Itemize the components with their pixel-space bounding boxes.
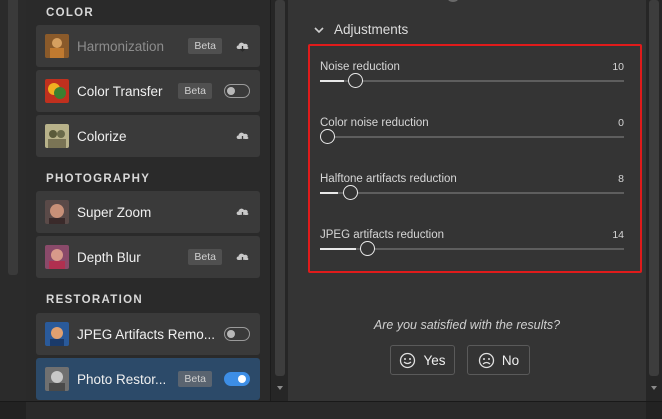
feedback-question: Are you satisfied with the results? — [373, 318, 561, 332]
slider-label: Halftone artifacts reduction — [320, 173, 457, 185]
filter-card-depth-blur[interactable]: Depth Blur Beta — [36, 236, 260, 278]
filter-card-jpeg-artifacts[interactable]: JPEG Artifacts Remo... — [36, 313, 260, 355]
slider-value: 14 — [612, 229, 624, 241]
no-button[interactable]: No — [467, 345, 530, 375]
jpeg-artifacts-thumbnail — [45, 322, 69, 346]
slider-fill — [320, 80, 344, 82]
slider-value: 8 — [618, 173, 624, 185]
slider-handle[interactable] — [343, 185, 358, 200]
beta-badge: Beta — [178, 371, 212, 387]
cloud-download-icon[interactable] — [234, 205, 250, 219]
bottom-bar — [0, 401, 662, 419]
no-label: No — [501, 352, 520, 368]
adjustments-title: Adjustments — [334, 22, 409, 37]
filter-label: JPEG Artifacts Remo... — [77, 326, 216, 342]
scroll-down-arrow-icon[interactable] — [276, 384, 284, 392]
filter-card-photo-restoration[interactable]: Photo Restor... Beta — [36, 358, 260, 400]
smiley-icon — [400, 352, 416, 368]
slider-label: JPEG artifacts reduction — [320, 229, 444, 241]
filter-label: Depth Blur — [77, 249, 141, 265]
slider-handle[interactable] — [360, 241, 375, 256]
slider-fill — [320, 192, 338, 194]
colorize-thumbnail — [45, 124, 69, 148]
filter-label: Color Transfer — [77, 83, 163, 99]
section-title-restoration: RESTORATION — [46, 294, 143, 306]
cloud-download-icon[interactable] — [234, 250, 250, 264]
yes-button[interactable]: Yes — [390, 345, 455, 375]
slider-value: 0 — [618, 117, 624, 129]
slider-label: Color noise reduction — [320, 117, 429, 129]
section-title-color: COLOR — [46, 7, 95, 19]
color-transfer-toggle[interactable] — [224, 84, 250, 98]
content-scrollbar[interactable] — [646, 0, 662, 401]
frown-icon — [478, 352, 495, 368]
adjustments-header[interactable]: Adjustments — [312, 22, 408, 37]
slider-value: 10 — [612, 61, 624, 73]
cloud-download-icon[interactable] — [234, 39, 250, 53]
slider-handle[interactable] — [348, 73, 363, 88]
bottom-bar-segment — [26, 402, 646, 419]
depth-blur-thumbnail — [45, 245, 69, 269]
filter-label: Photo Restor... — [77, 371, 167, 387]
beta-badge: Beta — [178, 83, 212, 99]
filter-label: Colorize — [77, 128, 127, 144]
jpeg-artifacts-toggle[interactable] — [224, 327, 250, 341]
panel-scrollbar[interactable] — [270, 0, 288, 401]
filter-card-colorize[interactable]: Colorize — [36, 115, 260, 157]
adjustments-content: Adjustments Noise reduction 10 Color noi… — [288, 0, 646, 401]
photo-restoration-toggle[interactable] — [224, 372, 250, 386]
filter-card-harmonization[interactable]: Harmonization Beta — [36, 25, 260, 67]
left-scrollbar[interactable] — [8, 0, 18, 275]
slider-fill — [320, 248, 356, 250]
scroll-down-arrow-icon[interactable] — [650, 384, 658, 392]
beta-badge: Beta — [188, 38, 222, 54]
section-title-photography: PHOTOGRAPHY — [46, 173, 151, 185]
beta-badge: Beta — [188, 249, 222, 265]
photo-restoration-thumbnail — [45, 367, 69, 391]
color-transfer-thumbnail — [45, 79, 69, 103]
slider-label: Noise reduction — [320, 61, 400, 73]
yes-label: Yes — [423, 352, 446, 368]
cloud-download-icon[interactable] — [234, 129, 250, 143]
slider-handle[interactable] — [320, 129, 335, 144]
filter-label: Harmonization — [77, 38, 165, 54]
top-edge-dot — [448, 0, 458, 2]
slider-track[interactable] — [320, 80, 624, 82]
filter-label: Super Zoom — [77, 204, 152, 220]
filter-card-super-zoom[interactable]: Super Zoom — [36, 191, 260, 233]
filters-panel: COLOR Harmonization Beta Color Transfer … — [26, 0, 270, 401]
panel-scrollbar-thumb[interactable] — [275, 0, 285, 376]
harmonization-thumbnail — [45, 34, 69, 58]
left-gutter — [0, 0, 26, 401]
slider-track[interactable] — [320, 192, 624, 194]
slider-track[interactable] — [320, 136, 624, 138]
chevron-down-icon — [314, 26, 324, 33]
filter-card-color-transfer[interactable]: Color Transfer Beta — [36, 70, 260, 112]
super-zoom-thumbnail — [45, 200, 69, 224]
content-scrollbar-thumb[interactable] — [649, 0, 659, 376]
